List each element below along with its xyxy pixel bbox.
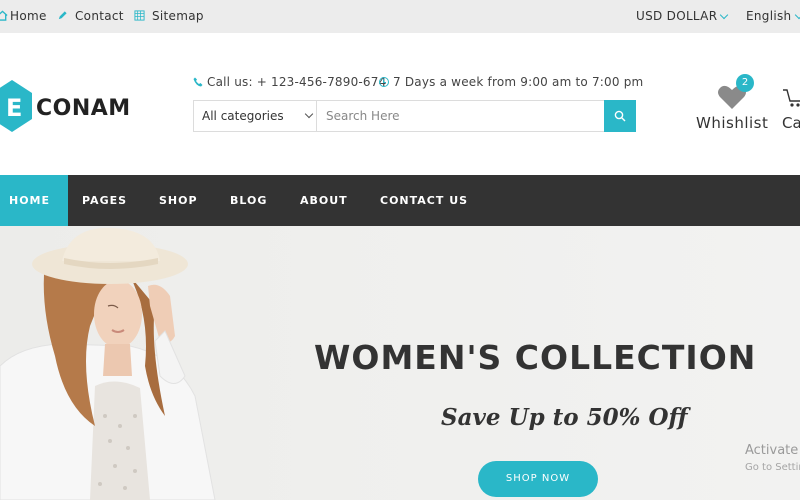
- logo-text[interactable]: CONAM: [36, 96, 131, 121]
- nav-item-shop[interactable]: SHOP: [159, 175, 198, 226]
- cart-icon[interactable]: [783, 86, 800, 108]
- hero-subtitle: Save Up to 50% Off: [441, 404, 688, 431]
- logo-letter: E: [6, 94, 23, 122]
- home-icon: [0, 10, 8, 21]
- call-us-text: Call us: + 123-456-7890-674: [207, 75, 387, 89]
- category-select[interactable]: All categories: [194, 101, 317, 131]
- search-input[interactable]: [318, 101, 604, 131]
- category-select-value: All categories: [202, 109, 284, 123]
- shop-now-button[interactable]: SHOP NOW: [478, 461, 598, 497]
- hero-banner: WOMEN'S COLLECTION Save Up to 50% Off SH…: [0, 226, 800, 500]
- hero-model-image: [0, 227, 216, 500]
- windows-activation-settings-hint: Go to Settin: [745, 462, 800, 473]
- phone-icon: [193, 77, 203, 87]
- chevron-down-icon: [304, 109, 314, 119]
- main-nav: HOME PAGES SHOP BLOG ABOUT CONTACT US: [0, 175, 800, 226]
- chevron-down-icon: [719, 10, 729, 20]
- hero-title: WOMEN'S COLLECTION: [314, 338, 757, 377]
- topbar-link-sitemap[interactable]: Sitemap: [152, 9, 204, 23]
- business-hours-text: 7 Days a week from 9:00 am to 7:00 pm: [393, 75, 644, 89]
- nav-item-home[interactable]: HOME: [0, 175, 69, 226]
- top-bar: Home Contact Sitemap USD DOLLAR English: [0, 0, 800, 33]
- chevron-down-icon: [794, 10, 800, 20]
- search-button[interactable]: [604, 100, 636, 132]
- nav-item-contact-us[interactable]: CONTACT US: [380, 175, 468, 226]
- cart-link[interactable]: Ca: [782, 114, 800, 132]
- topbar-link-contact[interactable]: Contact: [75, 9, 124, 23]
- clock-icon: [379, 77, 389, 87]
- nav-item-blog[interactable]: BLOG: [230, 175, 267, 226]
- sitemap-icon: [134, 10, 145, 21]
- pencil-icon: [58, 11, 67, 20]
- search-icon: [614, 110, 626, 122]
- search-bar: All categories: [193, 100, 636, 132]
- currency-selector[interactable]: USD DOLLAR: [636, 9, 717, 23]
- windows-activation-watermark: Activate: [745, 443, 799, 458]
- wishlist-link[interactable]: Whishlist: [696, 114, 768, 132]
- topbar-link-home[interactable]: Home: [10, 9, 47, 23]
- nav-item-pages[interactable]: PAGES: [82, 175, 127, 226]
- language-selector[interactable]: English: [746, 9, 791, 23]
- nav-item-about[interactable]: ABOUT: [300, 175, 348, 226]
- wishlist-count-badge: 2: [736, 74, 754, 92]
